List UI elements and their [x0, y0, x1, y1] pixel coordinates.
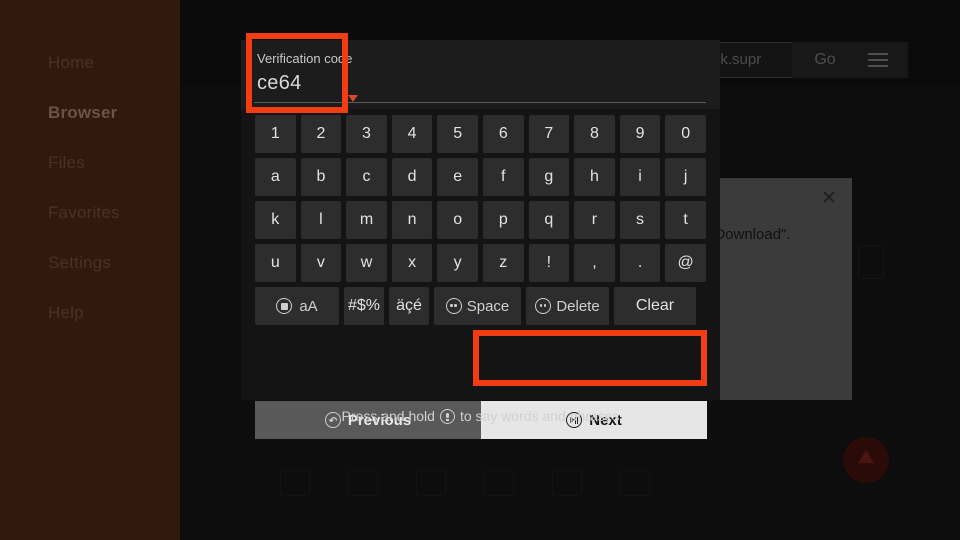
app-screen: Home Browser Files Favorites Settings He…	[0, 0, 960, 540]
strip-tile-2[interactable]	[348, 470, 378, 496]
voice-hint: Press and hold to say words and phrases	[241, 408, 720, 424]
key-grid: 1 2 3 4 5 6 7 8 9 0 a b c d e f g h i j …	[241, 109, 720, 439]
key-row-a-j: a b c d e f g h i j	[255, 158, 706, 196]
key-7[interactable]: 7	[528, 115, 570, 153]
field-value: ce64	[257, 72, 302, 94]
key-g[interactable]: g	[528, 158, 570, 196]
key-f[interactable]: f	[482, 158, 524, 196]
key-space-label: Space	[466, 297, 510, 315]
key-delete-label: Delete	[556, 297, 600, 315]
bottom-icon-strip	[180, 470, 960, 516]
key-i[interactable]: i	[619, 158, 661, 196]
key-case-toggle[interactable]: aA	[255, 287, 339, 325]
key-row-k-t: k l m n o p q r s t	[255, 201, 706, 239]
key-r[interactable]: r	[574, 201, 615, 239]
play-badge-icon[interactable]	[843, 437, 889, 483]
sidebar: Home Browser Files Favorites Settings He…	[0, 0, 180, 540]
key-0[interactable]: 0	[665, 115, 706, 153]
key-t[interactable]: t	[665, 201, 706, 239]
key-row-functions: aA #$% äçé Space Delete Clear	[255, 287, 706, 325]
download-dialog: ✕ "Download".	[709, 178, 852, 400]
microphone-circle-icon	[439, 408, 455, 424]
key-x[interactable]: x	[391, 244, 433, 282]
fast-forward-circle-icon	[445, 298, 462, 314]
key-w[interactable]: w	[346, 244, 387, 282]
document-icon	[858, 245, 884, 279]
key-delete[interactable]: Delete	[526, 287, 609, 325]
onscreen-keyboard-panel: Verification code ce64 1 2 3 4 5 6 7 8 9…	[241, 40, 720, 439]
key-p[interactable]: p	[482, 201, 524, 239]
key-symbols[interactable]: #$%	[344, 287, 384, 325]
rewind-circle-icon	[535, 298, 552, 314]
verification-code-field[interactable]: Verification code ce64	[241, 40, 720, 109]
key-exclamation[interactable]: !	[528, 244, 570, 282]
strip-tile-5[interactable]	[552, 470, 582, 496]
strip-tile-3[interactable]	[416, 470, 446, 496]
key-clear[interactable]: Clear	[614, 287, 696, 325]
sidebar-item-favorites[interactable]: Favorites	[0, 202, 180, 224]
key-j[interactable]: j	[665, 158, 706, 196]
field-cursor-indicator	[348, 95, 358, 102]
sidebar-item-help[interactable]: Help	[0, 302, 180, 324]
strip-tile-6[interactable]	[620, 470, 650, 496]
key-d[interactable]: d	[391, 158, 433, 196]
key-1[interactable]: 1	[255, 115, 296, 153]
key-q[interactable]: q	[528, 201, 570, 239]
key-l[interactable]: l	[300, 201, 342, 239]
dialog-message: "Download".	[709, 226, 791, 243]
key-y[interactable]: y	[437, 244, 478, 282]
key-m[interactable]: m	[346, 201, 387, 239]
sidebar-item-files[interactable]: Files	[0, 152, 180, 174]
key-z[interactable]: z	[482, 244, 524, 282]
key-e[interactable]: e	[437, 158, 478, 196]
key-n[interactable]: n	[391, 201, 433, 239]
key-5[interactable]: 5	[437, 115, 478, 153]
key-6[interactable]: 6	[482, 115, 524, 153]
key-period[interactable]: .	[619, 244, 661, 282]
key-s[interactable]: s	[619, 201, 661, 239]
key-space[interactable]: Space	[434, 287, 521, 325]
select-square-icon	[276, 298, 293, 314]
sidebar-item-settings[interactable]: Settings	[0, 252, 180, 274]
key-9[interactable]: 9	[619, 115, 661, 153]
key-a[interactable]: a	[255, 158, 296, 196]
key-row-digits: 1 2 3 4 5 6 7 8 9 0	[255, 115, 706, 153]
strip-tile-4[interactable]	[484, 470, 514, 496]
sidebar-item-browser[interactable]: Browser	[0, 102, 180, 124]
key-k[interactable]: k	[255, 201, 296, 239]
voice-hint-after: to say words and phrases	[459, 408, 620, 424]
key-8[interactable]: 8	[574, 115, 615, 153]
key-comma[interactable]: ,	[574, 244, 615, 282]
strip-tile-1[interactable]	[280, 470, 310, 496]
key-accents[interactable]: äçé	[389, 287, 429, 325]
key-row-u-at: u v w x y z ! , . @	[255, 244, 706, 282]
key-u[interactable]: u	[255, 244, 296, 282]
key-v[interactable]: v	[300, 244, 342, 282]
key-case-label: aA	[299, 297, 318, 315]
key-o[interactable]: o	[437, 201, 478, 239]
voice-hint-before: Press and hold	[341, 408, 435, 424]
sidebar-item-home[interactable]: Home	[0, 52, 180, 74]
key-c[interactable]: c	[346, 158, 387, 196]
key-b[interactable]: b	[300, 158, 342, 196]
key-2[interactable]: 2	[300, 115, 342, 153]
field-label: Verification code	[257, 51, 353, 66]
key-4[interactable]: 4	[391, 115, 433, 153]
field-underline	[254, 102, 706, 103]
key-3[interactable]: 3	[346, 115, 387, 153]
close-icon[interactable]: ✕	[820, 189, 838, 208]
hamburger-menu-icon[interactable]	[848, 42, 908, 78]
key-at[interactable]: @	[665, 244, 706, 282]
key-h[interactable]: h	[574, 158, 615, 196]
